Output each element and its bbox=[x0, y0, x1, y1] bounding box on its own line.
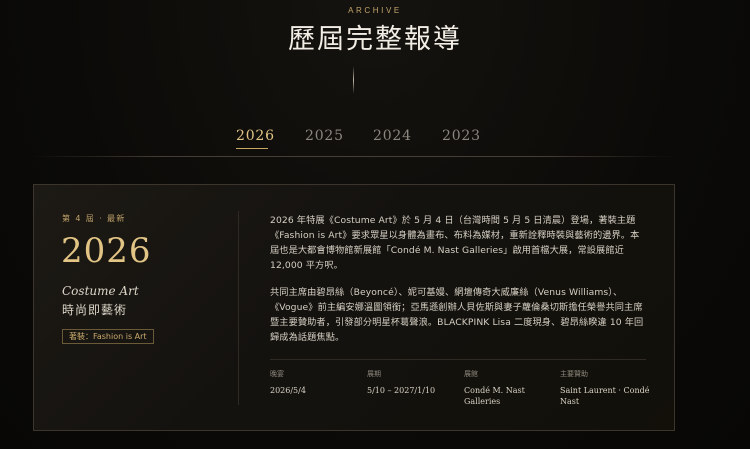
meta-value: Condé M. Nast Galleries bbox=[464, 386, 525, 406]
year-tabs: 2026 2025 2024 2023 bbox=[0, 128, 750, 158]
meta-gala-date: 晚宴 2026/5/4 bbox=[270, 369, 365, 396]
edition-label: 第 4 屆 · 最新 bbox=[62, 214, 126, 223]
tab-2023[interactable]: 2023 bbox=[442, 128, 481, 144]
meta-label: 展期 bbox=[367, 370, 381, 378]
meta-exhibition-dates: 展期 5/10 – 2027/1/10 bbox=[367, 369, 462, 396]
edition-year: 2026 bbox=[61, 231, 152, 271]
theme-chinese: 時尚即藝術 bbox=[62, 303, 128, 317]
meta-divider bbox=[270, 359, 646, 360]
edition-description: 2026 年特展《Costume Art》於 5 月 4 日（台灣時間 5 月 … bbox=[270, 213, 648, 345]
decorative-divider-line bbox=[353, 66, 354, 94]
tab-2024[interactable]: 2024 bbox=[373, 128, 412, 144]
page-title: 歷屆完整報導 bbox=[288, 24, 462, 55]
theme-english: Costume Art bbox=[62, 284, 139, 298]
meta-label: 主要贊助 bbox=[560, 370, 588, 378]
section-eyebrow: ARCHIVE bbox=[348, 6, 402, 15]
edition-summary: 第 4 屆 · 最新 2026 Costume Art 時尚即藝術 著裝：Fas… bbox=[34, 185, 238, 430]
edition-card: 第 4 屆 · 最新 2026 Costume Art 時尚即藝術 著裝：Fas… bbox=[33, 184, 675, 431]
meta-label: 晚宴 bbox=[270, 370, 284, 378]
dress-code-badge: 著裝：Fashion is Art bbox=[62, 329, 154, 344]
meta-value: Saint Laurent · Condé Nast bbox=[560, 386, 650, 406]
archive-page: ARCHIVE 歷屆完整報導 2026 2025 2024 2023 第 4 屆… bbox=[0, 0, 750, 449]
card-vertical-divider bbox=[238, 211, 239, 405]
meta-value: 2026/5/4 bbox=[270, 386, 306, 395]
tab-2026[interactable]: 2026 bbox=[236, 128, 275, 144]
active-tab-underline bbox=[236, 148, 268, 149]
description-paragraph: 共同主席由碧昂絲（Beyoncé）、妮可基嫚、網壇傳奇大威廉絲（Venus Wi… bbox=[270, 287, 644, 343]
description-paragraph: 2026 年特展《Costume Art》於 5 月 4 日（台灣時間 5 月 … bbox=[270, 215, 640, 271]
meta-gallery: 展館 Condé M. Nast Galleries bbox=[464, 369, 559, 407]
meta-value: 5/10 – 2027/1/10 bbox=[367, 386, 436, 395]
tab-2025[interactable]: 2025 bbox=[305, 128, 344, 144]
tabs-divider bbox=[32, 156, 674, 157]
meta-sponsors: 主要贊助 Saint Laurent · Condé Nast bbox=[560, 369, 650, 407]
meta-label: 展館 bbox=[464, 370, 478, 378]
